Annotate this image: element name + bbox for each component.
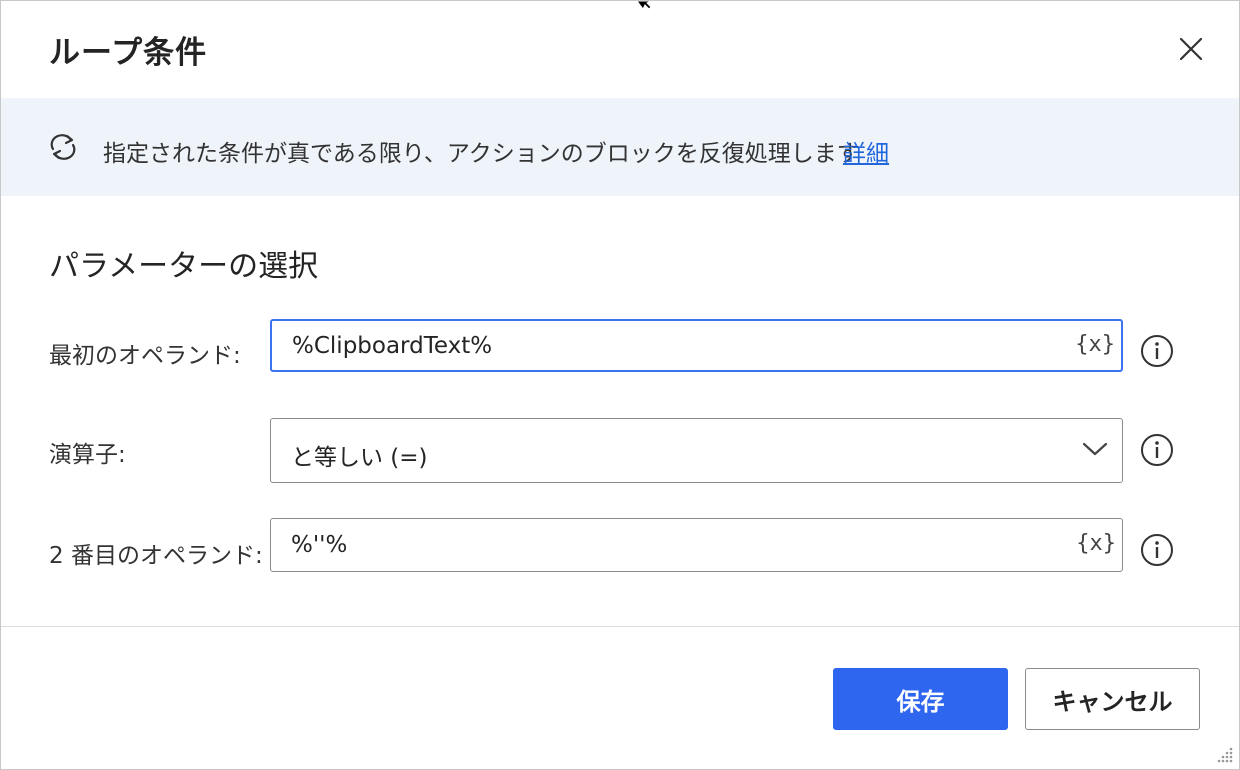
first-operand-value: %ClipboardText%: [292, 333, 493, 359]
cancel-button[interactable]: キャンセル: [1025, 668, 1200, 730]
section-title: パラメーターの選択: [49, 249, 319, 284]
operator-label: 演算子:: [49, 442, 126, 468]
first-operand-info-icon[interactable]: [1140, 334, 1174, 368]
second-operand-info-icon[interactable]: [1140, 533, 1174, 567]
operator-dropdown[interactable]: と等しい (=): [270, 418, 1123, 483]
save-button[interactable]: 保存: [833, 668, 1008, 730]
operator-value: と等しい (=): [291, 445, 428, 471]
loop-condition-dialog: ループ条件 指定された条件が真である限り、アクションのブロックを反復処理します …: [0, 0, 1240, 770]
footer-divider: [1, 626, 1239, 627]
more-details-link[interactable]: 詳細: [843, 134, 889, 168]
info-description: 指定された条件が真である限り、アクションのブロックを反復処理します: [103, 141, 860, 167]
second-operand-variable-button[interactable]: {x}: [1076, 531, 1116, 556]
second-operand-value: %''%: [291, 532, 348, 558]
mouse-cursor-icon: [636, 1, 652, 10]
first-operand-label: 最初のオペランド:: [49, 343, 241, 369]
resize-grip-icon[interactable]: [1215, 745, 1235, 765]
operator-info-icon[interactable]: [1140, 433, 1174, 467]
second-operand-input[interactable]: %''% {x}: [270, 518, 1123, 572]
chevron-down-icon: [1082, 442, 1108, 456]
loop-icon: [50, 134, 76, 160]
first-operand-variable-button[interactable]: {x}: [1075, 332, 1115, 357]
dialog-title: ループ条件: [49, 35, 208, 71]
second-operand-label: 2 番目のオペランド:: [49, 543, 263, 569]
info-bar: 指定された条件が真である限り、アクションのブロックを反復処理します 詳細: [1, 98, 1239, 196]
first-operand-input[interactable]: %ClipboardText% {x}: [270, 319, 1123, 372]
close-icon: [1179, 37, 1203, 61]
close-button[interactable]: [1171, 29, 1211, 69]
